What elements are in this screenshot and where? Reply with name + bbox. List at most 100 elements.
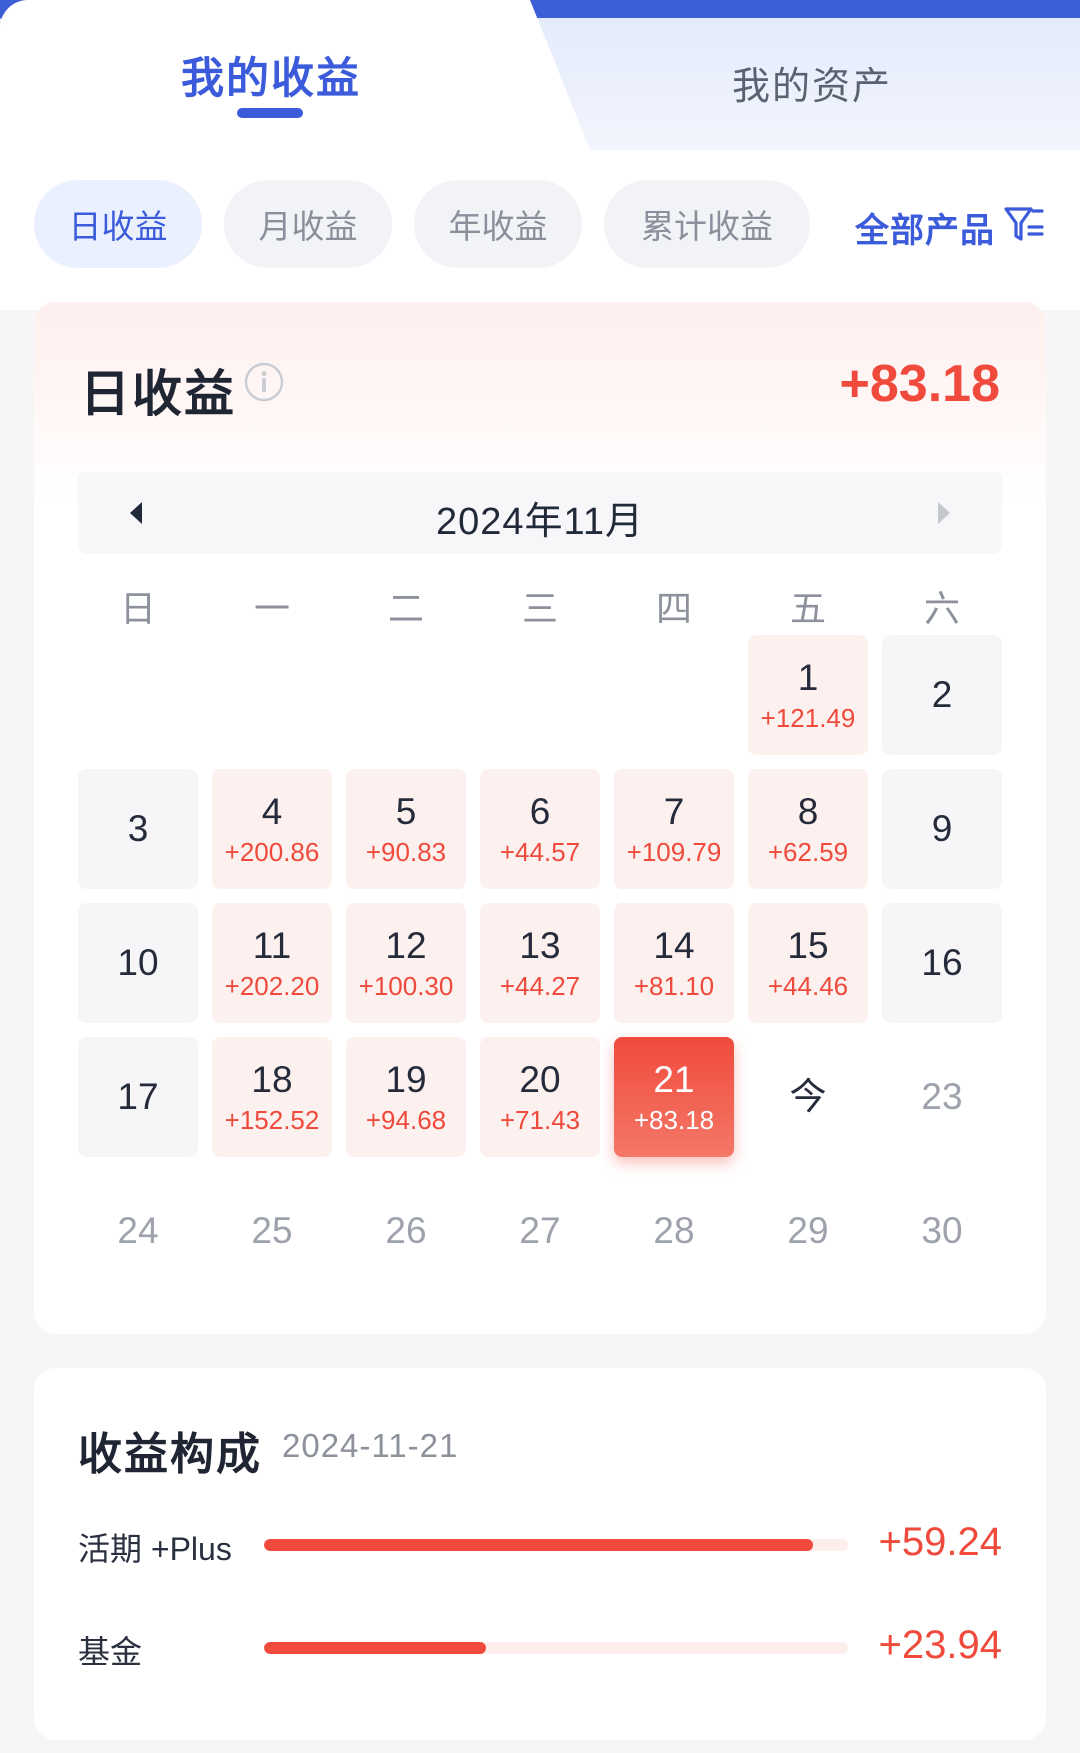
day-number: 18 xyxy=(251,1059,293,1100)
calendar-day[interactable]: 26 xyxy=(346,1171,466,1291)
calendar-day[interactable]: 28 xyxy=(614,1171,734,1291)
tab-my-assets[interactable]: 我的资产 xyxy=(732,55,892,110)
calendar-day[interactable]: 21 +83.18 xyxy=(614,1037,734,1157)
weekday-label: 二 xyxy=(387,588,424,629)
day-earnings: +83.18 xyxy=(633,1105,715,1135)
day-number: 28 xyxy=(653,1210,695,1251)
weekday-label: 五 xyxy=(789,588,826,629)
month-selector: 2024年11月 xyxy=(78,472,1002,554)
all-products-button[interactable]: 全部产品 xyxy=(855,203,995,252)
chip-daily-earnings[interactable]: 日收益 xyxy=(34,180,202,268)
active-tab-indicator xyxy=(237,108,303,118)
day-number: 25 xyxy=(251,1210,293,1251)
day-number: 17 xyxy=(117,1076,159,1117)
day-earnings: +100.30 xyxy=(358,971,454,1001)
month-label: 2024年11月 xyxy=(436,501,644,543)
day-number: 14 xyxy=(653,925,695,966)
calendar-day[interactable]: 14 +81.10 xyxy=(614,903,734,1023)
daily-total-earnings: +83.18 xyxy=(839,355,1001,413)
calendar-day[interactable]: 16 xyxy=(882,903,1002,1023)
calendar-day[interactable]: 2 xyxy=(882,635,1002,755)
calendar-day[interactable]: 1 +121.49 xyxy=(748,635,868,755)
weekday-header: 日 一 二 三 四 五 六 xyxy=(78,580,1002,630)
tab-my-earnings[interactable]: 我的收益 xyxy=(181,44,361,106)
day-number: 20 xyxy=(519,1059,561,1100)
daily-earnings-card: 日收益 +83.18 2024年11月 日 一 二 三 四 五 六 1 +121.… xyxy=(34,302,1046,1334)
day-earnings: +90.83 xyxy=(365,837,447,867)
composition-bar-track xyxy=(264,1539,848,1551)
day-number: 11 xyxy=(252,925,292,966)
info-icon[interactable] xyxy=(243,361,285,403)
calendar-day[interactable]: 13 +44.27 xyxy=(480,903,600,1023)
calendar-day[interactable]: 25 xyxy=(212,1171,332,1291)
day-number: 27 xyxy=(519,1210,561,1251)
day-earnings: +44.57 xyxy=(499,837,581,867)
weekday-label: 三 xyxy=(521,588,558,629)
day-earnings: +71.43 xyxy=(499,1105,581,1135)
calendar-day[interactable]: 3 xyxy=(78,769,198,889)
day-number: 21 xyxy=(653,1059,695,1100)
calendar-day[interactable]: 19 +94.68 xyxy=(346,1037,466,1157)
calendar-day[interactable]: 11 +202.20 xyxy=(212,903,332,1023)
calendar-day[interactable]: 30 xyxy=(882,1171,1002,1291)
calendar-day[interactable]: 7 +109.79 xyxy=(614,769,734,889)
calendar-day[interactable]: 12 +100.30 xyxy=(346,903,466,1023)
calendar-day[interactable]: 24 xyxy=(78,1171,198,1291)
calendar-day[interactable]: 18 +152.52 xyxy=(212,1037,332,1157)
weekday-label: 六 xyxy=(923,588,960,629)
day-number: 24 xyxy=(117,1210,159,1251)
calendar-day[interactable]: 4 +200.86 xyxy=(212,769,332,889)
calendar-day-today[interactable]: 今 xyxy=(748,1037,868,1157)
day-earnings: +44.27 xyxy=(499,971,581,1001)
day-number: 9 xyxy=(931,808,953,849)
day-number: 8 xyxy=(797,791,819,832)
composition-value: +59.24 xyxy=(878,1520,1002,1564)
day-earnings: +152.52 xyxy=(224,1105,320,1135)
day-number: 29 xyxy=(787,1210,829,1251)
day-number: 2 xyxy=(931,674,953,715)
composition-row[interactable]: 活期 +Plus +59.24 xyxy=(78,1520,1002,1570)
weekday-label: 一 xyxy=(253,588,290,629)
calendar-day[interactable]: 23 xyxy=(882,1037,1002,1157)
composition-row[interactable]: 基金 +23.94 xyxy=(78,1623,1002,1673)
calendar-grid: 1 +121.49 2 3 4 +200.86 5 +90.83 6 +44.57 7 +109.79… xyxy=(78,635,1002,1251)
day-number: 19 xyxy=(385,1059,427,1100)
next-month-icon[interactable] xyxy=(934,500,954,526)
weekday-label: 日 xyxy=(119,588,156,629)
chip-cumulative-earnings[interactable]: 累计收益 xyxy=(604,180,810,268)
composition-label: 基金 xyxy=(78,1634,143,1670)
calendar-day[interactable]: 10 xyxy=(78,903,198,1023)
calendar-day[interactable]: 8 +62.59 xyxy=(748,769,868,889)
filter-icon[interactable] xyxy=(1003,203,1045,245)
day-earnings: +200.86 xyxy=(224,837,320,867)
composition-value: +23.94 xyxy=(878,1623,1002,1667)
day-earnings: +62.59 xyxy=(767,837,849,867)
day-earnings: +121.49 xyxy=(760,703,856,733)
composition-label: 活期 +Plus xyxy=(78,1531,232,1567)
day-earnings: +94.68 xyxy=(365,1105,447,1135)
day-number: 15 xyxy=(787,925,829,966)
calendar-day[interactable]: 17 xyxy=(78,1037,198,1157)
day-number: 4 xyxy=(261,791,283,832)
day-earnings: +44.46 xyxy=(767,971,849,1001)
day-earnings: +109.79 xyxy=(626,837,722,867)
day-number: 6 xyxy=(529,791,551,832)
calendar-day[interactable]: 6 +44.57 xyxy=(480,769,600,889)
daily-earnings-title: 日收益 xyxy=(80,366,236,422)
day-number: 今 xyxy=(789,1076,827,1117)
calendar-day[interactable]: 20 +71.43 xyxy=(480,1037,600,1157)
calendar-day[interactable]: 5 +90.83 xyxy=(346,769,466,889)
day-number: 16 xyxy=(921,942,963,983)
calendar-day[interactable]: 29 xyxy=(748,1171,868,1291)
calendar-day[interactable]: 15 +44.46 xyxy=(748,903,868,1023)
calendar-day[interactable]: 27 xyxy=(480,1171,600,1291)
day-number: 10 xyxy=(117,942,159,983)
chip-yearly-earnings[interactable]: 年收益 xyxy=(414,180,582,268)
calendar-day[interactable]: 9 xyxy=(882,769,1002,889)
chip-monthly-earnings[interactable]: 月收益 xyxy=(224,180,392,268)
composition-title: 收益构成 xyxy=(78,1430,262,1479)
day-number: 3 xyxy=(127,808,149,849)
day-number: 30 xyxy=(921,1210,963,1251)
earnings-composition-card: 收益构成 2024-11-21 活期 +Plus +59.24 基金 +23.9… xyxy=(34,1368,1046,1740)
day-number: 23 xyxy=(921,1076,963,1117)
